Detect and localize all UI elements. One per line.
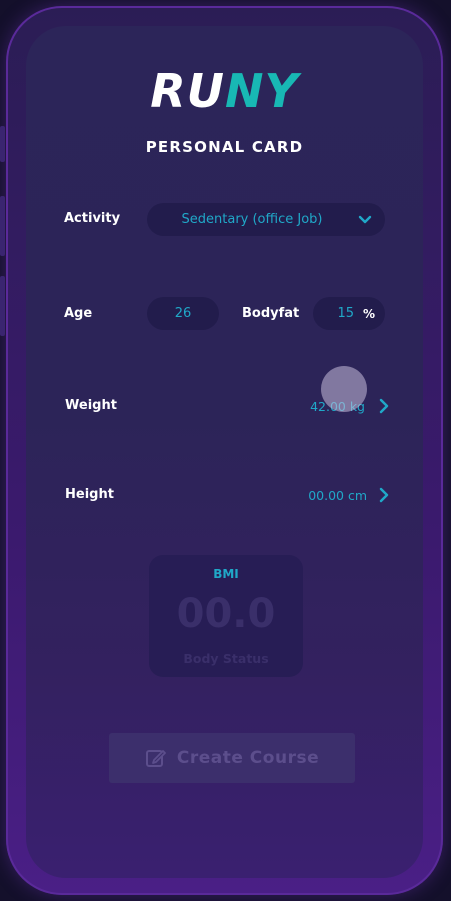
- age-label: Age: [64, 306, 93, 321]
- age-input[interactable]: 26: [147, 297, 219, 330]
- chevron-right-icon[interactable]: [378, 487, 390, 503]
- activity-select[interactable]: Sedentary (office Job): [147, 203, 385, 236]
- height-label: Height: [65, 487, 114, 502]
- create-course-label: Create Course: [176, 748, 320, 768]
- edit-icon: [145, 750, 166, 767]
- chevron-down-icon: [358, 215, 372, 224]
- bmi-card: BMI 00.0 Body Status: [149, 555, 303, 677]
- age-value: 26: [174, 306, 192, 321]
- chevron-right-icon[interactable]: [378, 398, 390, 414]
- bodyfat-value: 15: [337, 306, 354, 321]
- side-button: [0, 196, 5, 256]
- weight-label: Weight: [65, 398, 117, 413]
- bodyfat-label: Bodyfat: [242, 306, 300, 321]
- logo-text-part1: RU: [150, 64, 225, 118]
- touch-indicator: [321, 366, 367, 412]
- bmi-value: 00.0: [176, 591, 276, 637]
- side-button: [0, 126, 5, 162]
- side-button: [0, 276, 5, 336]
- body-status: Body Status: [183, 651, 269, 666]
- bodyfat-input[interactable]: 15 %: [313, 297, 385, 330]
- logo-text-part2: NY: [224, 64, 299, 118]
- activity-label: Activity: [64, 211, 121, 226]
- activity-value: Sedentary (office Job): [181, 212, 323, 227]
- percent-unit: %: [362, 306, 375, 321]
- height-value[interactable]: 00.00 cm: [308, 488, 367, 503]
- create-course-button[interactable]: Create Course: [109, 733, 355, 783]
- bmi-label: BMI: [213, 567, 239, 581]
- runy-logo: RUNY: [26, 64, 423, 118]
- page-title: PERSONAL CARD: [145, 138, 304, 156]
- app-screen: RUNY PERSONAL CARD Activity Sedentary (o…: [26, 26, 423, 878]
